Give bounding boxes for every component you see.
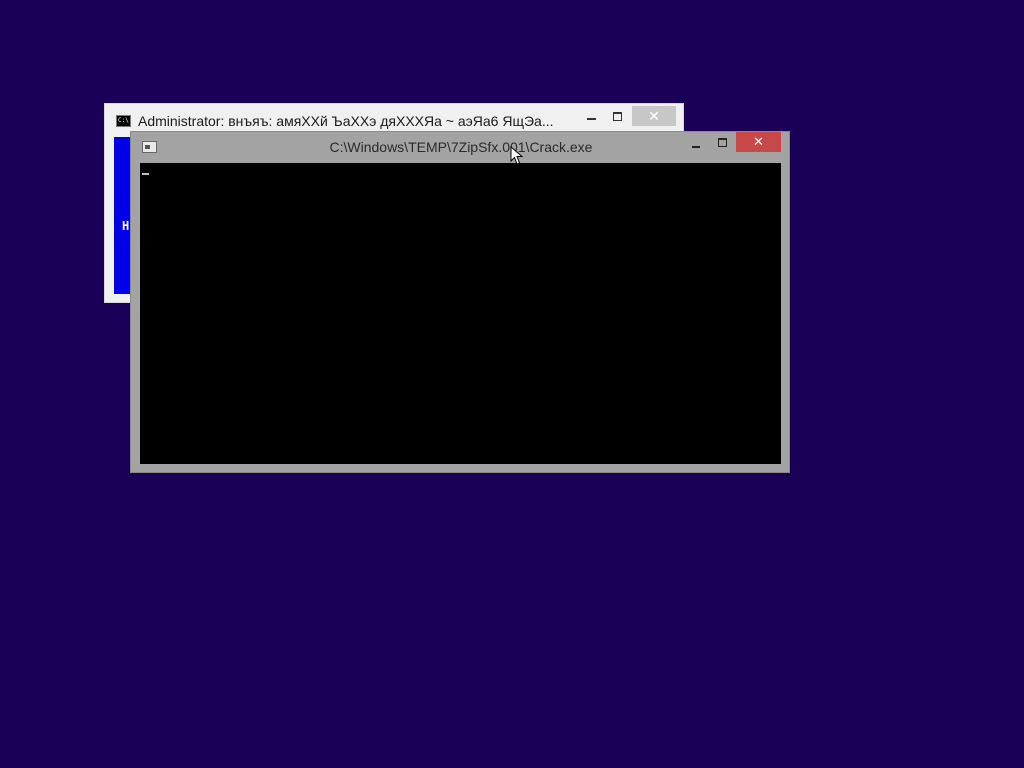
minimize-button[interactable]: [581, 108, 603, 128]
text-cursor: [142, 173, 149, 175]
console-text: H: [122, 219, 130, 233]
desktop: C:\ Administrator: внъяъ: амяXXй ЪaXXэ д…: [0, 0, 1024, 768]
close-button[interactable]: ✕: [736, 132, 781, 152]
console-output-area[interactable]: [140, 163, 781, 464]
maximize-button[interactable]: [712, 135, 734, 155]
console-icon: C:\: [116, 115, 131, 127]
maximize-button[interactable]: [607, 108, 629, 128]
administrator-window-title: Administrator: внъяъ: амяXXй ЪaXXэ дяXXX…: [138, 113, 554, 129]
close-icon: ✕: [753, 134, 764, 149]
crack-exe-console-window[interactable]: C:\Windows\TEMP\7ZipSfx.001\Crack.exe ✕: [130, 131, 790, 473]
minimize-button[interactable]: [685, 135, 707, 155]
close-button[interactable]: ✕: [632, 106, 676, 126]
crack-window-titlebar[interactable]: C:\Windows\TEMP\7ZipSfx.001\Crack.exe ✕: [131, 132, 789, 164]
mouse-pointer-icon: [510, 146, 524, 165]
close-icon: ✕: [648, 108, 660, 124]
